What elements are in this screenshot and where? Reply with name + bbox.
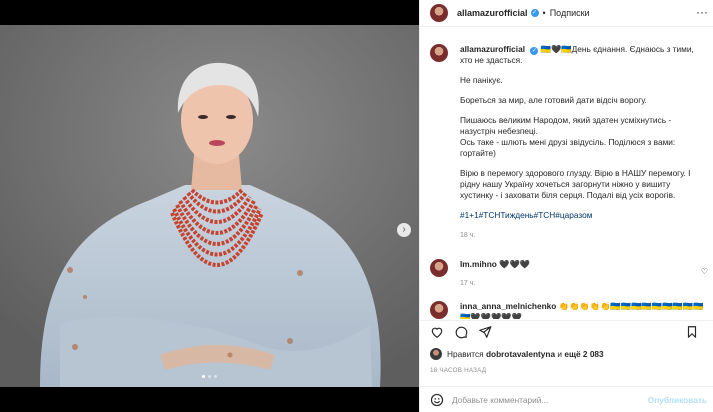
commenter-avatar[interactable] <box>430 301 448 319</box>
commenter-username[interactable]: lm.mihno <box>460 259 497 269</box>
likes-conjunction: и <box>557 349 563 359</box>
carousel-dot <box>214 375 217 378</box>
likes-summary: Нравится dobrotavalentyna и ещё 2 083 <box>430 348 604 360</box>
header-separator: • <box>542 8 546 18</box>
comment-button[interactable] <box>453 324 469 340</box>
post-image[interactable]: › <box>0 25 419 387</box>
bookmark-icon <box>687 326 697 338</box>
next-slide-button[interactable]: › <box>397 223 411 237</box>
following-button[interactable]: Подписки <box>550 8 590 18</box>
verified-badge-icon: ✓ <box>530 9 539 17</box>
comment-time: 17 ч. <box>460 280 476 287</box>
comment-text: 🖤🖤🖤 <box>499 259 531 269</box>
author-avatar[interactable] <box>430 4 448 22</box>
instagram-post-modal: › allamazurofficial ✓ • Подписки ··· all… <box>0 0 713 412</box>
smiley-icon <box>430 393 444 406</box>
send-icon <box>479 325 492 338</box>
chevron-right-icon: › <box>402 224 406 235</box>
caption: allamazurofficial ✓ 🇺🇦🖤🇺🇦День єднання. Є… <box>420 27 713 241</box>
carousel-dots <box>0 375 419 378</box>
carousel-dot-active <box>202 375 205 378</box>
carousel-dot <box>208 375 211 378</box>
save-button[interactable] <box>684 324 700 340</box>
comment-icon <box>455 326 468 338</box>
caption-paragraph: Не панікує. <box>460 75 503 85</box>
post-actions <box>420 320 713 342</box>
heart-icon <box>431 327 443 338</box>
comment: lm.mihno 🖤🖤🖤 17 ч. ♡ <box>420 259 713 289</box>
verified-badge-icon: ✓ <box>530 47 539 55</box>
share-button[interactable] <box>477 324 493 340</box>
caption-avatar[interactable] <box>430 44 448 62</box>
liker-avatar[interactable] <box>430 348 442 360</box>
caption-paragraph: Вірю в перемогу здорового глузду. Вірю в… <box>460 168 691 200</box>
commenter-username[interactable]: inna_anna_melnichenko <box>460 301 556 311</box>
commenter-avatar[interactable] <box>430 259 448 277</box>
post-header: allamazurofficial ✓ • Подписки ··· <box>420 0 713 27</box>
caption-paragraph: Пишаюсь великим Народом, який здатен усм… <box>460 115 676 158</box>
like-comment-heart-icon[interactable]: ♡ <box>701 266 708 277</box>
publish-button[interactable]: Опубликовать <box>648 395 707 405</box>
post-sidebar: allamazurofficial ✓ • Подписки ··· allam… <box>419 0 713 412</box>
likes-prefix: Нравится <box>447 349 484 359</box>
photo-pane: › <box>0 0 419 412</box>
comment-input[interactable] <box>452 394 652 405</box>
caption-paragraph: Бореться за мир, але готовий дати відсіч… <box>460 95 647 105</box>
portrait-illustration <box>0 25 419 387</box>
add-comment-bar: Опубликовать <box>420 386 713 412</box>
comment: inna_anna_melnichenko 👏👏👏👏👏🇺🇦🇺🇦🇺🇦🇺🇦🇺🇦🇺🇦🇺… <box>420 301 713 319</box>
more-dots-icon[interactable]: ··· <box>696 5 708 19</box>
caption-username[interactable]: allamazurofficial <box>460 44 525 54</box>
post-timestamp[interactable]: 18 ЧАСОВ НАЗАД <box>430 367 486 374</box>
caption-time: 18 ч. <box>460 232 476 239</box>
caption-hashtags[interactable]: #1+1#ТСНТиждень#ТСН#царазом <box>460 210 704 221</box>
caption-first-paragraph: allamazurofficial ✓ 🇺🇦🖤🇺🇦День єднання. Є… <box>460 44 704 66</box>
emoji-button[interactable] <box>430 393 444 407</box>
like-button[interactable] <box>429 324 445 340</box>
likes-others[interactable]: ещё 2 083 <box>564 349 603 359</box>
liker-username[interactable]: dobrotavalentyna <box>486 349 555 359</box>
comments-scroll-area[interactable]: allamazurofficial ✓ 🇺🇦🖤🇺🇦День єднання. Є… <box>420 27 713 319</box>
author-username[interactable]: allamazurofficial <box>457 8 528 18</box>
